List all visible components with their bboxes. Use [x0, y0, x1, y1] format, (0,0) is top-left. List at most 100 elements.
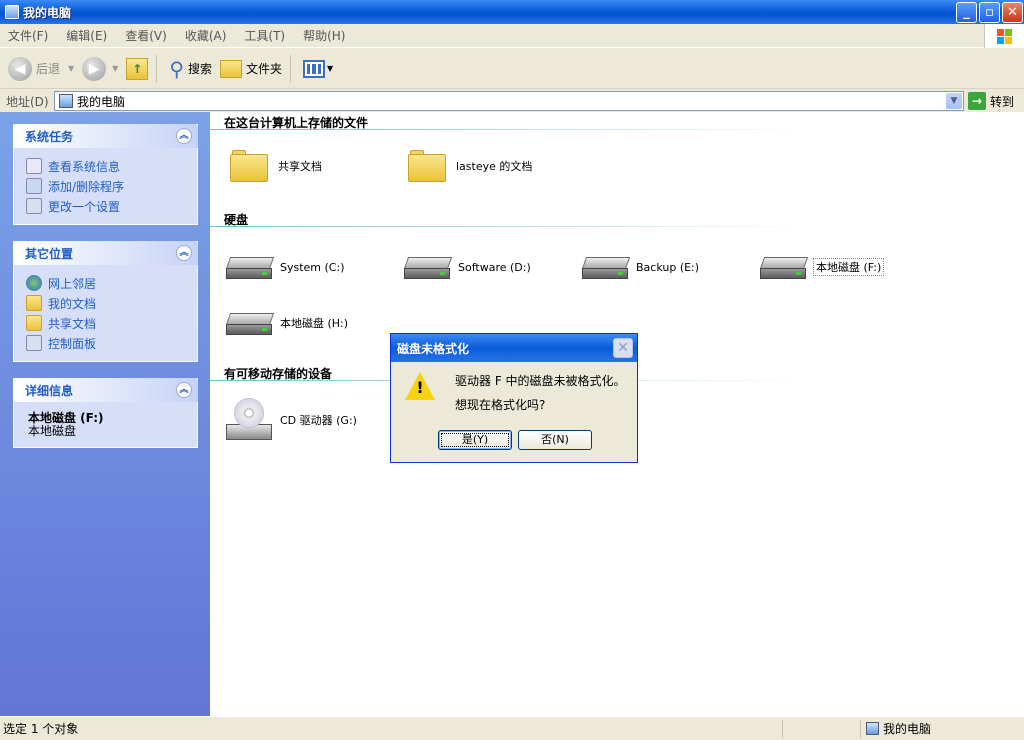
go-button[interactable]: → 转到 — [968, 90, 1014, 112]
menu-file[interactable]: 文件(F) — [8, 27, 48, 44]
windows-logo-icon — [984, 24, 1024, 48]
dialog-close-button[interactable]: ✕ — [613, 338, 633, 358]
drive-f-item[interactable]: 本地磁盘 (F:) — [759, 253, 885, 281]
search-button[interactable]: ⚲ 搜索 — [169, 53, 212, 85]
collapse-chevron-icon[interactable]: ︽ — [176, 128, 192, 144]
system-info-icon — [26, 158, 42, 174]
menu-tools[interactable]: 工具(T) — [244, 27, 285, 44]
drive-c-item[interactable]: System (C:) — [225, 253, 345, 281]
forward-button[interactable]: ▶ ▼ — [82, 53, 118, 85]
shared-documents-item[interactable]: 共享文档 — [230, 150, 322, 182]
window-title: 我的电脑 — [23, 5, 72, 20]
link-label: 控制面板 — [48, 336, 97, 351]
details-panel: 详细信息 ︽ 本地磁盘 (F:) 本地磁盘 — [13, 378, 198, 448]
system-tasks-panel: 系统任务 ︽ 查看系统信息 添加/删除程序 更改一个设置 — [13, 124, 198, 225]
shared-folder-icon — [26, 315, 42, 331]
cd-drive-icon — [226, 396, 274, 444]
link-label: 查看系统信息 — [48, 159, 121, 174]
dialog-title-bar[interactable]: 磁盘未格式化 — [391, 334, 637, 362]
menu-edit[interactable]: 编辑(E) — [66, 27, 107, 44]
toolbar: ◀ 后退 ▼ ▶ ▼ ↑ ⚲ 搜索 文件夹 ▼ — [0, 49, 1024, 89]
up-folder-button[interactable]: ↑ — [126, 53, 149, 85]
toolbar-separator — [290, 54, 292, 83]
folders-label: 文件夹 — [246, 62, 283, 76]
yes-button[interactable]: 是(Y) — [438, 430, 512, 450]
link-label: 更改一个设置 — [48, 199, 121, 214]
hard-drive-icon — [581, 253, 631, 281]
title-bar[interactable]: 我的电脑 _ ▫ ✕ — [0, 0, 1024, 24]
folders-icon — [220, 59, 242, 78]
up-arrow-icon: ↑ — [126, 57, 149, 80]
views-button[interactable]: ▼ — [303, 53, 333, 85]
add-remove-programs-link[interactable]: 添加/删除程序 — [14, 176, 197, 196]
network-places-link[interactable]: 网上邻居 — [14, 273, 197, 293]
address-dropdown-icon[interactable]: ▼ — [946, 93, 962, 109]
programs-icon — [26, 178, 42, 194]
details-header[interactable]: 详细信息 ︽ — [13, 378, 198, 402]
address-input[interactable]: 我的电脑 ▼ — [54, 91, 964, 111]
collapse-chevron-icon[interactable]: ︽ — [176, 382, 192, 398]
no-button[interactable]: 否(N) — [518, 430, 592, 450]
status-location: 我的电脑 — [866, 720, 931, 737]
dialog-title: 磁盘未格式化 — [397, 341, 470, 356]
minimize-button[interactable]: _ — [956, 2, 977, 23]
folder-icon — [230, 150, 268, 182]
item-label: 共享文档 — [278, 160, 322, 173]
other-places-title: 其它位置 — [25, 246, 74, 261]
control-panel-link[interactable]: 控制面板 — [14, 333, 197, 353]
drive-h-item[interactable]: 本地磁盘 (H:) — [225, 309, 348, 337]
forward-dropdown-icon[interactable]: ▼ — [112, 64, 118, 73]
other-places-panel: 其它位置 ︽ 网上邻居 我的文档 共享文档 控制面板 — [13, 241, 198, 362]
details-title: 详细信息 — [25, 383, 74, 398]
control-panel-icon — [26, 198, 42, 214]
item-label: lasteye 的文档 — [456, 160, 533, 173]
item-label: Software (D:) — [458, 260, 531, 274]
hard-drive-icon — [225, 253, 275, 281]
drive-e-item[interactable]: Backup (E:) — [581, 253, 700, 281]
warning-exclamation: ! — [416, 378, 424, 397]
link-label: 共享文档 — [48, 316, 97, 331]
back-arrow-icon: ◀ — [8, 56, 32, 81]
menu-help[interactable]: 帮助(H) — [303, 27, 345, 44]
maximize-button[interactable]: ▫ — [979, 2, 1000, 23]
forward-arrow-icon: ▶ — [82, 56, 107, 81]
menu-view[interactable]: 查看(V) — [125, 27, 167, 44]
lasteye-documents-item[interactable]: lasteye 的文档 — [408, 150, 532, 182]
dialog-message-line1: 驱动器 F 中的磁盘未被格式化。 — [455, 374, 626, 388]
collapse-chevron-icon[interactable]: ︽ — [176, 245, 192, 261]
dialog-message-line2: 想现在格式化吗? — [455, 398, 546, 412]
other-places-header[interactable]: 其它位置 ︽ — [13, 241, 198, 265]
address-bar: 地址(D) 我的电脑 ▼ → 转到 — [0, 90, 1024, 112]
change-setting-link[interactable]: 更改一个设置 — [14, 196, 197, 216]
shared-documents-link[interactable]: 共享文档 — [14, 313, 197, 333]
my-computer-icon — [5, 5, 19, 19]
system-tasks-header[interactable]: 系统任务 ︽ — [13, 124, 198, 148]
back-dropdown-icon[interactable]: ▼ — [68, 64, 74, 73]
cd-drive-item[interactable]: CD 驱动器 (G:) — [226, 396, 357, 444]
section-divider — [210, 226, 810, 227]
my-documents-link[interactable]: 我的文档 — [14, 293, 197, 313]
system-tasks-title: 系统任务 — [25, 129, 74, 144]
status-selection: 选定 1 个对象 — [3, 722, 79, 736]
unformatted-disk-dialog: 磁盘未格式化 ✕ ! 驱动器 F 中的磁盘未被格式化。 想现在格式化吗? 是(Y… — [390, 333, 638, 463]
item-label: CD 驱动器 (G:) — [280, 414, 357, 427]
item-label: Backup (E:) — [636, 260, 700, 274]
explorer-window: 我的电脑 _ ▫ ✕ 文件(F) 编辑(E) 查看(V) 收藏(A) 工具(T)… — [0, 0, 1024, 740]
menu-favorites[interactable]: 收藏(A) — [185, 27, 227, 44]
control-panel-icon — [26, 335, 42, 351]
search-icon: ⚲ — [169, 56, 184, 81]
folders-button[interactable]: 文件夹 — [220, 53, 282, 85]
link-label: 网上邻居 — [48, 276, 97, 291]
view-system-info-link[interactable]: 查看系统信息 — [14, 156, 197, 176]
drive-d-item[interactable]: Software (D:) — [403, 253, 531, 281]
item-label: 本地磁盘 (F:) — [812, 258, 885, 276]
task-pane: 系统任务 ︽ 查看系统信息 添加/删除程序 更改一个设置 其它位置 ︽ 网上邻居… — [0, 112, 210, 716]
back-button[interactable]: ◀ 后退 ▼ — [8, 53, 74, 85]
menu-bar: 文件(F) 编辑(E) 查看(V) 收藏(A) 工具(T) 帮助(H) — [0, 24, 1024, 48]
back-label: 后退 — [36, 62, 61, 76]
close-button[interactable]: ✕ — [1002, 2, 1023, 23]
go-arrow-icon: → — [968, 92, 986, 110]
hard-drive-icon — [225, 309, 275, 337]
address-value: 我的电脑 — [77, 94, 126, 109]
item-label: System (C:) — [280, 260, 345, 274]
